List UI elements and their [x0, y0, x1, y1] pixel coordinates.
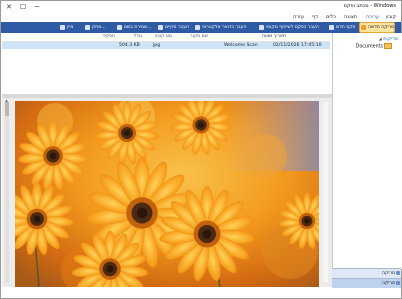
- scan-section-icon: [396, 271, 400, 275]
- flower-photo: [15, 101, 319, 287]
- tree-item-documents[interactable]: Documents: [356, 43, 392, 50]
- new-fax-button[interactable]: פקס חדש: [328, 23, 355, 32]
- menu-edit[interactable]: עריכה: [366, 14, 379, 20]
- nav-section-scan[interactable]: סריקה: [332, 268, 401, 278]
- toolbar: סריקה חדשה פקס חדש העבר כפקס לשיתוף מקומ…: [1, 22, 401, 33]
- col-size[interactable]: גודל: [134, 34, 142, 39]
- folder-pane: ◢ סריקות Documents: [332, 33, 402, 269]
- minimize-button[interactable]: ─: [31, 2, 43, 12]
- col-role[interactable]: תפקיד: [102, 34, 115, 39]
- cell-source: Welcome Scan: [224, 43, 258, 48]
- forward-email-button[interactable]: העבר כדואר אלקטרוני: [194, 23, 247, 32]
- folder-icon: [384, 43, 392, 49]
- sort-button[interactable]: מיין: [59, 23, 73, 32]
- collapse-arrow-icon: ◢: [378, 36, 382, 41]
- forward-icon: [158, 25, 163, 30]
- new-scan-icon: [361, 25, 366, 30]
- table-row[interactable]: 02/11/2026 17:45:10 Welcome Scan jpg 504…: [2, 42, 330, 49]
- forward-button[interactable]: העבר מקיים: [157, 23, 189, 32]
- window-title: Windows - מכתב ופקס: [343, 3, 396, 9]
- new-fax-icon: [329, 25, 334, 30]
- forward-email-icon: [195, 25, 200, 30]
- menu-file[interactable]: קובץ: [386, 14, 397, 20]
- col-datetime[interactable]: תאריך ושעה: [262, 34, 286, 39]
- preview-scrollbar[interactable]: ▲: [5, 98, 9, 282]
- delete-button[interactable]: מחק...: [84, 23, 106, 32]
- maximize-button[interactable]: ☐: [17, 2, 29, 12]
- forward-as-fax-icon: [259, 25, 264, 30]
- save-as-button[interactable]: שמירת בשם...: [116, 23, 152, 32]
- sort-icon: [60, 25, 65, 30]
- delete-icon: [85, 25, 90, 30]
- col-source[interactable]: שם מקור: [190, 34, 208, 39]
- menu-bar: קובץ עריכה תצוגה כלים דף עזרה: [1, 13, 401, 22]
- scan-section-icon: [396, 281, 400, 285]
- save-as-icon: [117, 25, 122, 30]
- menu-view[interactable]: תצוגה: [344, 14, 357, 20]
- col-type[interactable]: סוג קובץ: [155, 34, 172, 39]
- app-window: ✕ ☐ ─ Windows - מכתב ופקס קובץ עריכה תצו…: [0, 0, 402, 299]
- close-button[interactable]: ✕: [3, 2, 15, 12]
- preview-right-scrollbar[interactable]: [323, 102, 328, 282]
- menu-page[interactable]: דף: [312, 14, 318, 20]
- cell-type: jpg: [153, 43, 161, 48]
- cell-datetime: 02/11/2026 17:45:10: [273, 43, 322, 48]
- menu-tools[interactable]: כלים: [326, 14, 336, 20]
- title-bar: ✕ ☐ ─ Windows - מכתב ופקס: [1, 1, 401, 13]
- scrollbar-thumb[interactable]: [5, 102, 9, 116]
- new-scan-button[interactable]: סריקה חדשה: [359, 22, 396, 33]
- forward-as-fax-button[interactable]: העבר כפקס לשיתוף מקומי: [258, 23, 319, 32]
- nav-section-scan-selected[interactable]: סריקה: [332, 278, 401, 288]
- tree-root-scans[interactable]: ◢ סריקות: [379, 36, 398, 42]
- menu-help[interactable]: עזרה: [293, 14, 304, 20]
- filelist-empty-area: [2, 49, 330, 94]
- filelist-header: תאריך ושעה שם מקור סוג קובץ גודל תפקיד: [2, 33, 330, 42]
- cell-size: 504.3 KB: [119, 43, 140, 48]
- scanned-image-preview: [15, 101, 319, 287]
